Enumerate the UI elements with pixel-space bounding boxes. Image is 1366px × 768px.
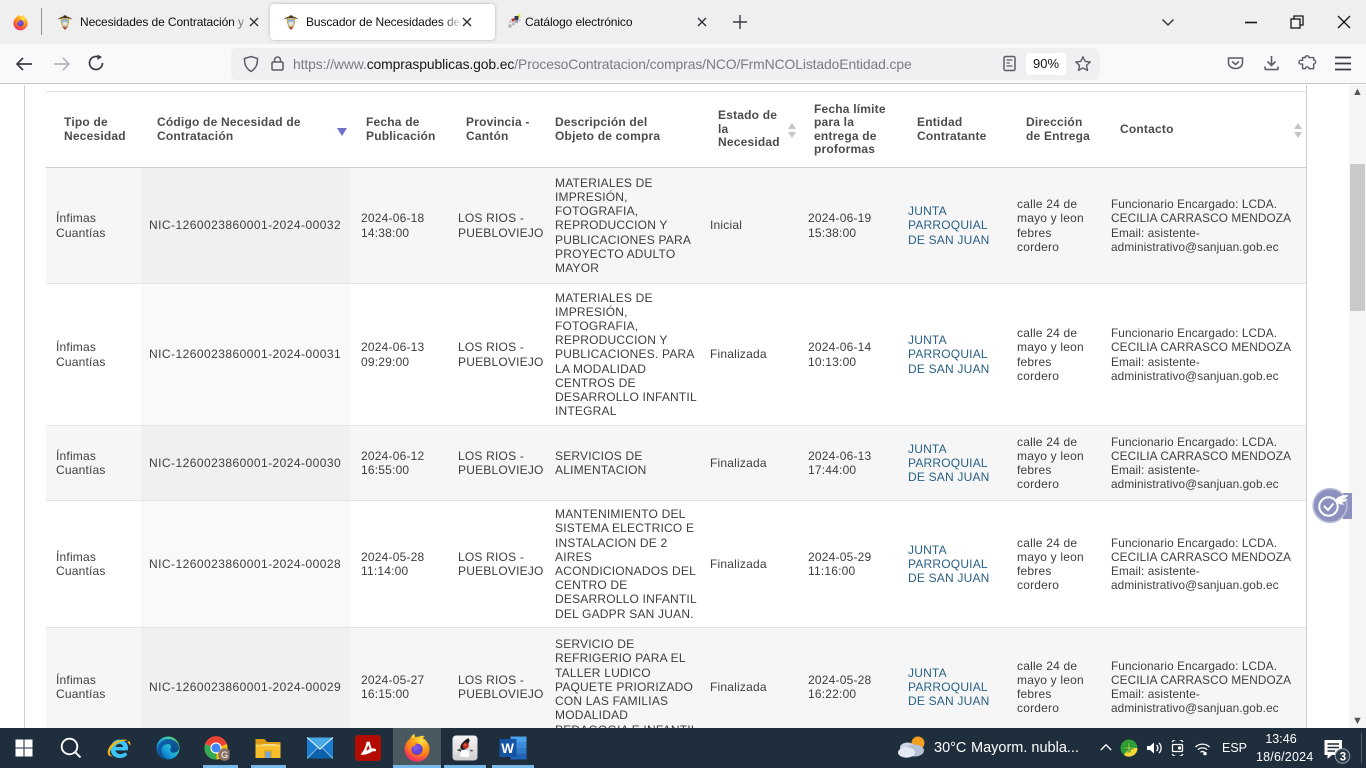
svg-text:W: W [501, 741, 514, 756]
svg-text:3: 3 [1340, 751, 1346, 763]
svg-text:G: G [221, 750, 228, 760]
